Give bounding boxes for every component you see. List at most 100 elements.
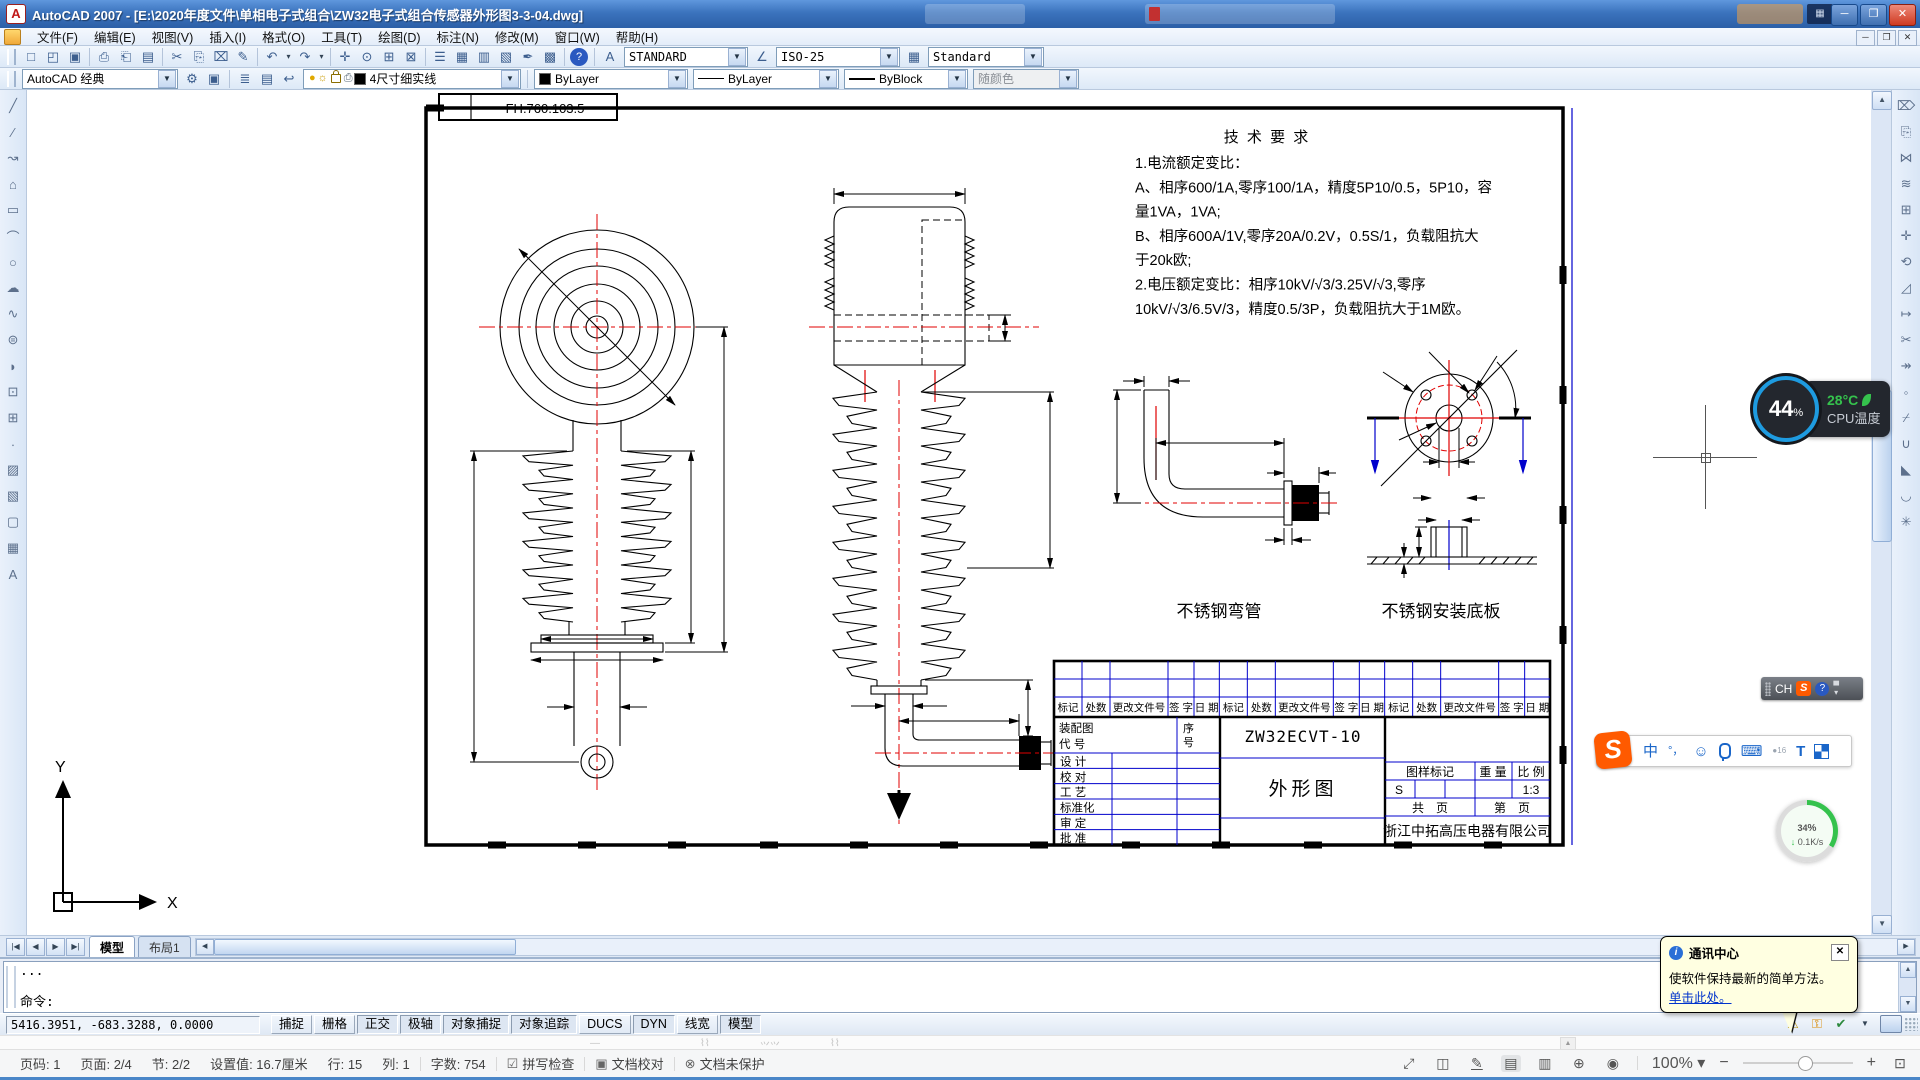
point-icon[interactable]: ∙	[1, 432, 25, 456]
workspace-settings-icon[interactable]: ⚙	[181, 68, 203, 90]
menu-item-0[interactable]: 文件(F)	[29, 26, 86, 47]
command-scrollbar[interactable]: ▲ ▼	[1898, 962, 1916, 1012]
status-toggle-捕捉[interactable]: 捕捉	[271, 1015, 312, 1034]
copy-clip-icon[interactable]: ⎘	[188, 46, 210, 68]
layer-states-icon[interactable]: ▤	[256, 68, 278, 90]
cpu-monitor-widget[interactable]: 44% 28°C CPU温度	[1753, 376, 1890, 442]
revision-cloud-icon[interactable]: ☁	[1, 276, 25, 300]
clean-screen-icon[interactable]	[1880, 1015, 1902, 1033]
markup-icon[interactable]: ✒	[517, 46, 539, 68]
toolbar-grip[interactable]	[7, 71, 16, 87]
explode-icon[interactable]: ✳	[1894, 510, 1918, 534]
wps-item-0[interactable]: 页码: 1	[10, 1054, 70, 1073]
properties-icon[interactable]: ☰	[429, 46, 451, 68]
menu-item-4[interactable]: 格式(O)	[254, 26, 313, 47]
microphone-icon[interactable]	[1719, 743, 1731, 759]
wps-item-11[interactable]: ▣文档校对	[585, 1054, 673, 1073]
trim-icon[interactable]: ✂	[1894, 328, 1918, 352]
tab-model[interactable]: 模型	[89, 936, 135, 958]
status-toggle-对象捕捉[interactable]: 对象捕捉	[443, 1015, 509, 1034]
network-speed-widget[interactable]: 34% ↓ 0.1K/s	[1776, 800, 1838, 862]
restore-button[interactable]: ❐	[1860, 4, 1887, 26]
chinese-mode-icon[interactable]: 中	[1643, 744, 1658, 759]
balloon-link[interactable]: 单击此处。	[1669, 991, 1732, 1005]
doc-minimize-button[interactable]: ─	[1856, 30, 1875, 46]
status-toggle-栅格[interactable]: 栅格	[314, 1015, 355, 1034]
chevron-down-icon[interactable]: ▼	[728, 48, 746, 66]
table-icon[interactable]: ▦	[1, 536, 25, 560]
ellipse-icon[interactable]: ⊜	[1, 328, 25, 352]
text-style-combo[interactable]: STANDARD ▼	[624, 47, 748, 67]
toolbox-grid-icon[interactable]	[1815, 745, 1828, 758]
zoom-realtime-icon[interactable]: ⊙	[356, 46, 378, 68]
cut-icon[interactable]: ✂	[166, 46, 188, 68]
plot-preview-icon[interactable]: ⎗	[115, 46, 137, 68]
rectangle-icon[interactable]: ▭	[1, 198, 25, 222]
match-properties-icon[interactable]: ✎	[232, 46, 254, 68]
scrollbar-thumb[interactable]	[214, 939, 516, 955]
stretch-icon[interactable]: ↦	[1894, 302, 1918, 326]
line-icon[interactable]: ╱	[1, 94, 25, 118]
region-icon[interactable]: ▢	[1, 510, 25, 534]
wps-item-4[interactable]: 行: 15	[318, 1054, 373, 1073]
doc-restore-button[interactable]: ❐	[1877, 30, 1896, 46]
fullscreen-icon[interactable]: ⤢	[1399, 1055, 1419, 1072]
minimize-button[interactable]: ─	[1831, 4, 1858, 26]
layer-on-bulb-icon[interactable]: ●	[309, 73, 316, 84]
toolbar-grip[interactable]	[7, 49, 16, 65]
balloon-close-icon[interactable]: ✕	[1831, 944, 1849, 961]
table-style-manager-icon[interactable]: ▦	[903, 46, 925, 68]
layer-properties-icon[interactable]: ≣	[234, 68, 256, 90]
layer-thaw-sun-icon[interactable]: ☼	[318, 73, 328, 84]
publish-icon[interactable]: ▤	[137, 46, 159, 68]
pan-icon[interactable]: ✛	[334, 46, 356, 68]
scroll-right-icon[interactable]: ▶	[1897, 939, 1915, 955]
scroll-down-icon[interactable]: ▼	[1872, 915, 1892, 934]
chevron-down-icon[interactable]: ▼	[1024, 48, 1042, 66]
scroll-up-icon[interactable]: ▲	[1900, 962, 1916, 978]
status-toggle-DYN[interactable]: DYN	[633, 1015, 675, 1034]
lineweight-combo[interactable]: ByBlock ▼	[844, 69, 968, 89]
dim-style-manager-icon[interactable]: ∠	[751, 46, 773, 68]
emoji-icon[interactable]: ☺	[1693, 744, 1708, 759]
menu-item-6[interactable]: 绘图(D)	[370, 26, 428, 47]
wps-item-13[interactable]: ⊗文档未保护	[675, 1054, 775, 1073]
tab-first-icon[interactable]: |◀	[6, 938, 25, 956]
doc-close-button[interactable]: ✕	[1898, 30, 1917, 46]
wps-item-9[interactable]: ☑拼写检查	[497, 1054, 585, 1073]
eye-protection-icon[interactable]: ◉	[1603, 1055, 1623, 1072]
sogou-ime-icon[interactable]: S	[1796, 681, 1811, 696]
polygon-icon[interactable]: ⌂	[1, 172, 25, 196]
layer-plot-icon[interactable]: ⎙	[344, 73, 353, 84]
make-block-icon[interactable]: ⊞	[1, 406, 25, 430]
tray-chevron-icon[interactable]: ▼	[1856, 1016, 1874, 1032]
save-workspace-icon[interactable]: ▣	[203, 68, 225, 90]
menu-item-3[interactable]: 插入(I)	[201, 26, 254, 47]
zoom-out-icon[interactable]: −	[1719, 1054, 1728, 1072]
command-prompt[interactable]: 命令:	[20, 991, 1896, 1010]
status-toggle-极轴[interactable]: 极轴	[400, 1015, 441, 1034]
horizontal-scrollbar[interactable]: ◀ ▶	[195, 938, 1916, 956]
skin-icon[interactable]: T	[1796, 744, 1805, 759]
fillet-icon[interactable]: ◡	[1894, 484, 1918, 508]
tool-palettes-icon[interactable]: ▥	[473, 46, 495, 68]
page-view-icon[interactable]: ▤	[1501, 1055, 1521, 1072]
wps-item-5[interactable]: 列: 1	[372, 1054, 419, 1073]
lock-icon[interactable]: ⚿	[1808, 1016, 1826, 1032]
outline-view-icon[interactable]: ▥	[1535, 1055, 1555, 1072]
zoom-level[interactable]: 100% ▾	[1652, 1053, 1705, 1073]
menu-item-2[interactable]: 视图(V)	[144, 26, 202, 47]
text-style-manager-icon[interactable]: A	[599, 46, 621, 68]
background-pdf-tab[interactable]	[1145, 4, 1335, 24]
insert-block-icon[interactable]: ⊡	[1, 380, 25, 404]
wps-item-7[interactable]: 字数: 754	[421, 1054, 496, 1073]
language-bar[interactable]: CH S ? ▀▾	[1761, 677, 1863, 700]
zoom-in-icon[interactable]: +	[1867, 1054, 1876, 1072]
status-toggle-正交[interactable]: 正交	[357, 1015, 398, 1034]
drag-grip-icon[interactable]	[1765, 682, 1771, 696]
chevron-down-icon[interactable]: ▼	[880, 48, 898, 66]
designcenter-icon[interactable]: ▦	[451, 46, 473, 68]
hatch-icon[interactable]: ▨	[1, 458, 25, 482]
undo-icon[interactable]: ↶	[261, 46, 283, 68]
status-toggle-模型[interactable]: 模型	[720, 1015, 761, 1034]
